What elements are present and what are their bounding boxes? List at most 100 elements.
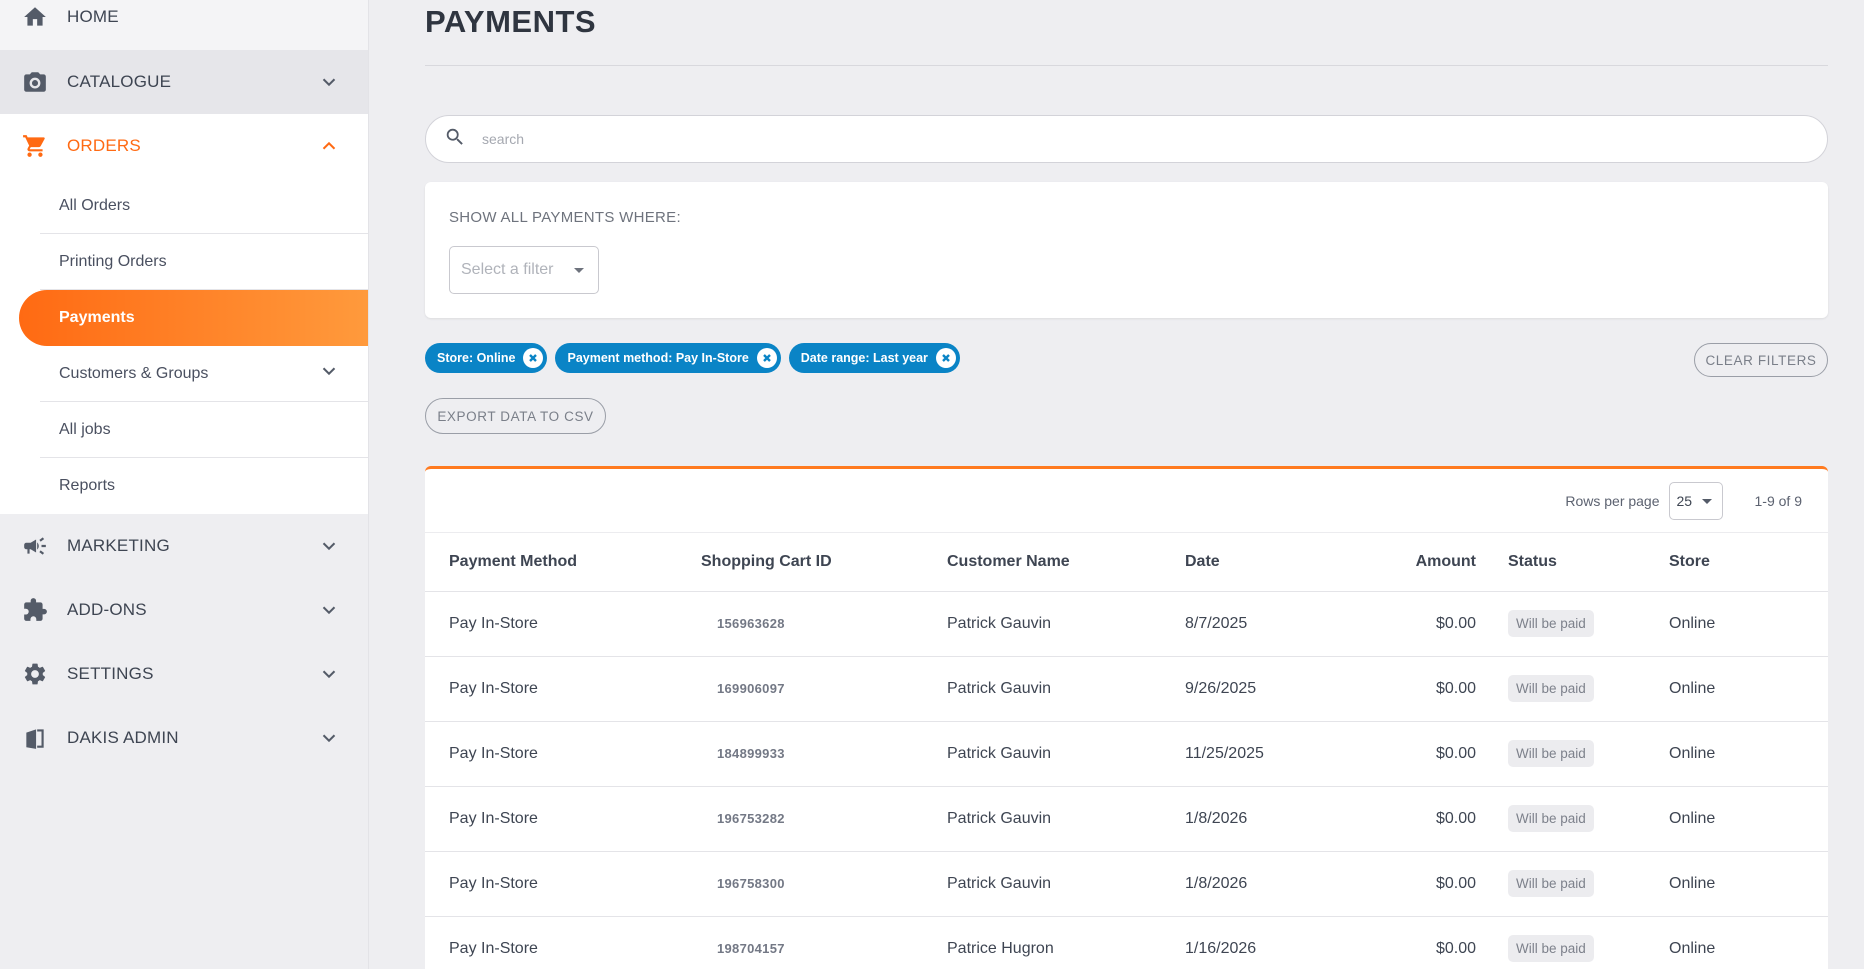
close-icon[interactable] bbox=[756, 348, 777, 368]
sidebar: HOME CATALOGUE ORDERS All Orders Printin… bbox=[0, 0, 369, 969]
cell-amount: $0.00 bbox=[1361, 721, 1476, 787]
cell-store: Online bbox=[1669, 916, 1828, 969]
nav-marketing-label: MARKETING bbox=[67, 536, 170, 555]
cell-customer-name: Patrick Gauvin bbox=[947, 851, 1185, 917]
sidebar-item-printing-orders[interactable]: Printing Orders bbox=[40, 234, 368, 290]
cell-cart-id: 169906097 bbox=[701, 656, 947, 722]
cell-payment-method: Pay In-Store bbox=[425, 916, 701, 969]
admin-logo-icon bbox=[22, 725, 48, 751]
cell-amount: $0.00 bbox=[1361, 786, 1476, 852]
column-header-amount[interactable]: Amount bbox=[1361, 533, 1476, 592]
payments-table: Payment Method Shopping Cart ID Customer… bbox=[425, 533, 1828, 969]
page-range: 1-9 of 9 bbox=[1754, 492, 1802, 509]
filter-chip-payment-method: Payment method: Pay In-Store bbox=[555, 343, 781, 373]
cell-status: Will be paid bbox=[1476, 721, 1669, 787]
status-badge: Will be paid bbox=[1508, 740, 1594, 767]
home-icon bbox=[22, 4, 48, 30]
nav-dakis-admin[interactable]: DAKIS ADMIN bbox=[0, 706, 368, 770]
table-row[interactable]: Pay In-Store 198704157 Patrice Hugron 1/… bbox=[425, 916, 1828, 969]
column-header-date[interactable]: Date bbox=[1185, 533, 1361, 592]
table-row[interactable]: Pay In-Store 184899933 Patrick Gauvin 11… bbox=[425, 721, 1828, 787]
cell-payment-method: Pay In-Store bbox=[425, 851, 701, 917]
sidebar-item-customers-groups[interactable]: Customers & Groups bbox=[40, 346, 368, 402]
rows-per-page-select[interactable]: 25 bbox=[1668, 481, 1723, 520]
column-header-cart-id[interactable]: Shopping Cart ID bbox=[701, 533, 947, 592]
cell-cart-id: 196758300 bbox=[701, 851, 947, 917]
filter-panel: SHOW ALL PAYMENTS WHERE: Select a filter bbox=[425, 182, 1828, 318]
cell-store: Online bbox=[1669, 656, 1828, 722]
filter-heading: SHOW ALL PAYMENTS WHERE: bbox=[449, 209, 681, 226]
gear-icon bbox=[22, 661, 48, 687]
nav-orders-label: ORDERS bbox=[67, 136, 141, 155]
cell-customer-name: Patrice Hugron bbox=[947, 916, 1185, 969]
nav-settings[interactable]: SETTINGS bbox=[0, 642, 368, 706]
sidebar-item-reports[interactable]: Reports bbox=[40, 458, 368, 514]
cell-customer-name: Patrick Gauvin bbox=[947, 656, 1185, 722]
cell-amount: $0.00 bbox=[1361, 656, 1476, 722]
chevron-down-icon bbox=[318, 663, 340, 685]
chevron-down-icon bbox=[318, 71, 340, 93]
clear-filters-button[interactable]: CLEAR FILTERS bbox=[1694, 343, 1828, 377]
close-icon[interactable] bbox=[523, 348, 544, 368]
cell-store: Online bbox=[1669, 786, 1828, 852]
nav-marketing[interactable]: MARKETING bbox=[0, 514, 368, 578]
cell-date: 1/16/2026 bbox=[1185, 916, 1361, 969]
cell-date: 11/25/2025 bbox=[1185, 721, 1361, 787]
cell-customer-name: Patrick Gauvin bbox=[947, 721, 1185, 787]
cell-cart-id: 198704157 bbox=[701, 916, 947, 969]
filter-chip-label: Store: Online bbox=[437, 351, 516, 365]
column-header-customer-name[interactable]: Customer Name bbox=[947, 533, 1185, 592]
filter-select-placeholder: Select a filter bbox=[461, 261, 554, 278]
column-header-payment-method[interactable]: Payment Method bbox=[425, 533, 701, 592]
nav-dakis-admin-label: DAKIS ADMIN bbox=[67, 728, 179, 747]
table-row[interactable]: Pay In-Store 156963628 Patrick Gauvin 8/… bbox=[425, 591, 1828, 657]
table-row[interactable]: Pay In-Store 169906097 Patrick Gauvin 9/… bbox=[425, 656, 1828, 722]
cell-date: 9/26/2025 bbox=[1185, 656, 1361, 722]
cart-icon bbox=[22, 133, 48, 159]
pagination-bar: Rows per page 25 1-9 of 9 bbox=[425, 469, 1828, 533]
sidebar-item-all-orders[interactable]: All Orders bbox=[40, 178, 368, 234]
nav-catalogue[interactable]: CATALOGUE bbox=[0, 50, 368, 114]
table-row[interactable]: Pay In-Store 196758300 Patrick Gauvin 1/… bbox=[425, 851, 1828, 917]
chevron-up-icon bbox=[318, 135, 340, 157]
column-header-status[interactable]: Status bbox=[1476, 533, 1669, 592]
column-header-store[interactable]: Store bbox=[1669, 533, 1828, 592]
filter-chip-date-range: Date range: Last year bbox=[788, 343, 960, 373]
caret-down-icon bbox=[1701, 498, 1712, 504]
status-badge: Will be paid bbox=[1508, 610, 1594, 637]
export-csv-button[interactable]: EXPORT DATA TO CSV bbox=[425, 398, 606, 434]
filter-select[interactable]: Select a filter bbox=[449, 246, 599, 294]
cell-amount: $0.00 bbox=[1361, 591, 1476, 657]
cell-payment-method: Pay In-Store bbox=[425, 786, 701, 852]
chevron-down-icon bbox=[318, 535, 340, 557]
close-icon[interactable] bbox=[935, 348, 956, 368]
cell-status: Will be paid bbox=[1476, 851, 1669, 917]
search-input[interactable] bbox=[482, 131, 1827, 147]
nav-catalogue-label: CATALOGUE bbox=[67, 72, 172, 91]
rows-per-page-label: Rows per page bbox=[1565, 492, 1660, 509]
cell-status: Will be paid bbox=[1476, 916, 1669, 969]
cell-payment-method: Pay In-Store bbox=[425, 656, 701, 722]
cell-status: Will be paid bbox=[1476, 591, 1669, 657]
cell-status: Will be paid bbox=[1476, 786, 1669, 852]
cell-cart-id: 196753282 bbox=[701, 786, 947, 852]
table-row[interactable]: Pay In-Store 196753282 Patrick Gauvin 1/… bbox=[425, 786, 1828, 852]
cell-date: 8/7/2025 bbox=[1185, 591, 1361, 657]
cell-amount: $0.00 bbox=[1361, 916, 1476, 969]
sidebar-item-payments[interactable]: Payments bbox=[19, 290, 368, 346]
camera-icon bbox=[22, 69, 48, 95]
page-title: PAYMENTS bbox=[425, 4, 597, 39]
nav-addons[interactable]: ADD-ONS bbox=[0, 578, 368, 642]
nav-home[interactable]: HOME bbox=[0, 0, 368, 50]
sidebar-item-all-jobs[interactable]: All jobs bbox=[40, 402, 368, 458]
filter-chip-label: Payment method: Pay In-Store bbox=[567, 351, 749, 365]
cell-customer-name: Patrick Gauvin bbox=[947, 591, 1185, 657]
status-badge: Will be paid bbox=[1508, 675, 1594, 702]
chevron-down-icon bbox=[318, 727, 340, 749]
cell-store: Online bbox=[1669, 591, 1828, 657]
rows-per-page-value: 25 bbox=[1676, 492, 1693, 509]
cell-cart-id: 184899933 bbox=[701, 721, 947, 787]
puzzle-icon bbox=[22, 597, 48, 623]
filter-chip-label: Date range: Last year bbox=[800, 351, 928, 365]
nav-orders[interactable]: ORDERS bbox=[0, 114, 368, 178]
